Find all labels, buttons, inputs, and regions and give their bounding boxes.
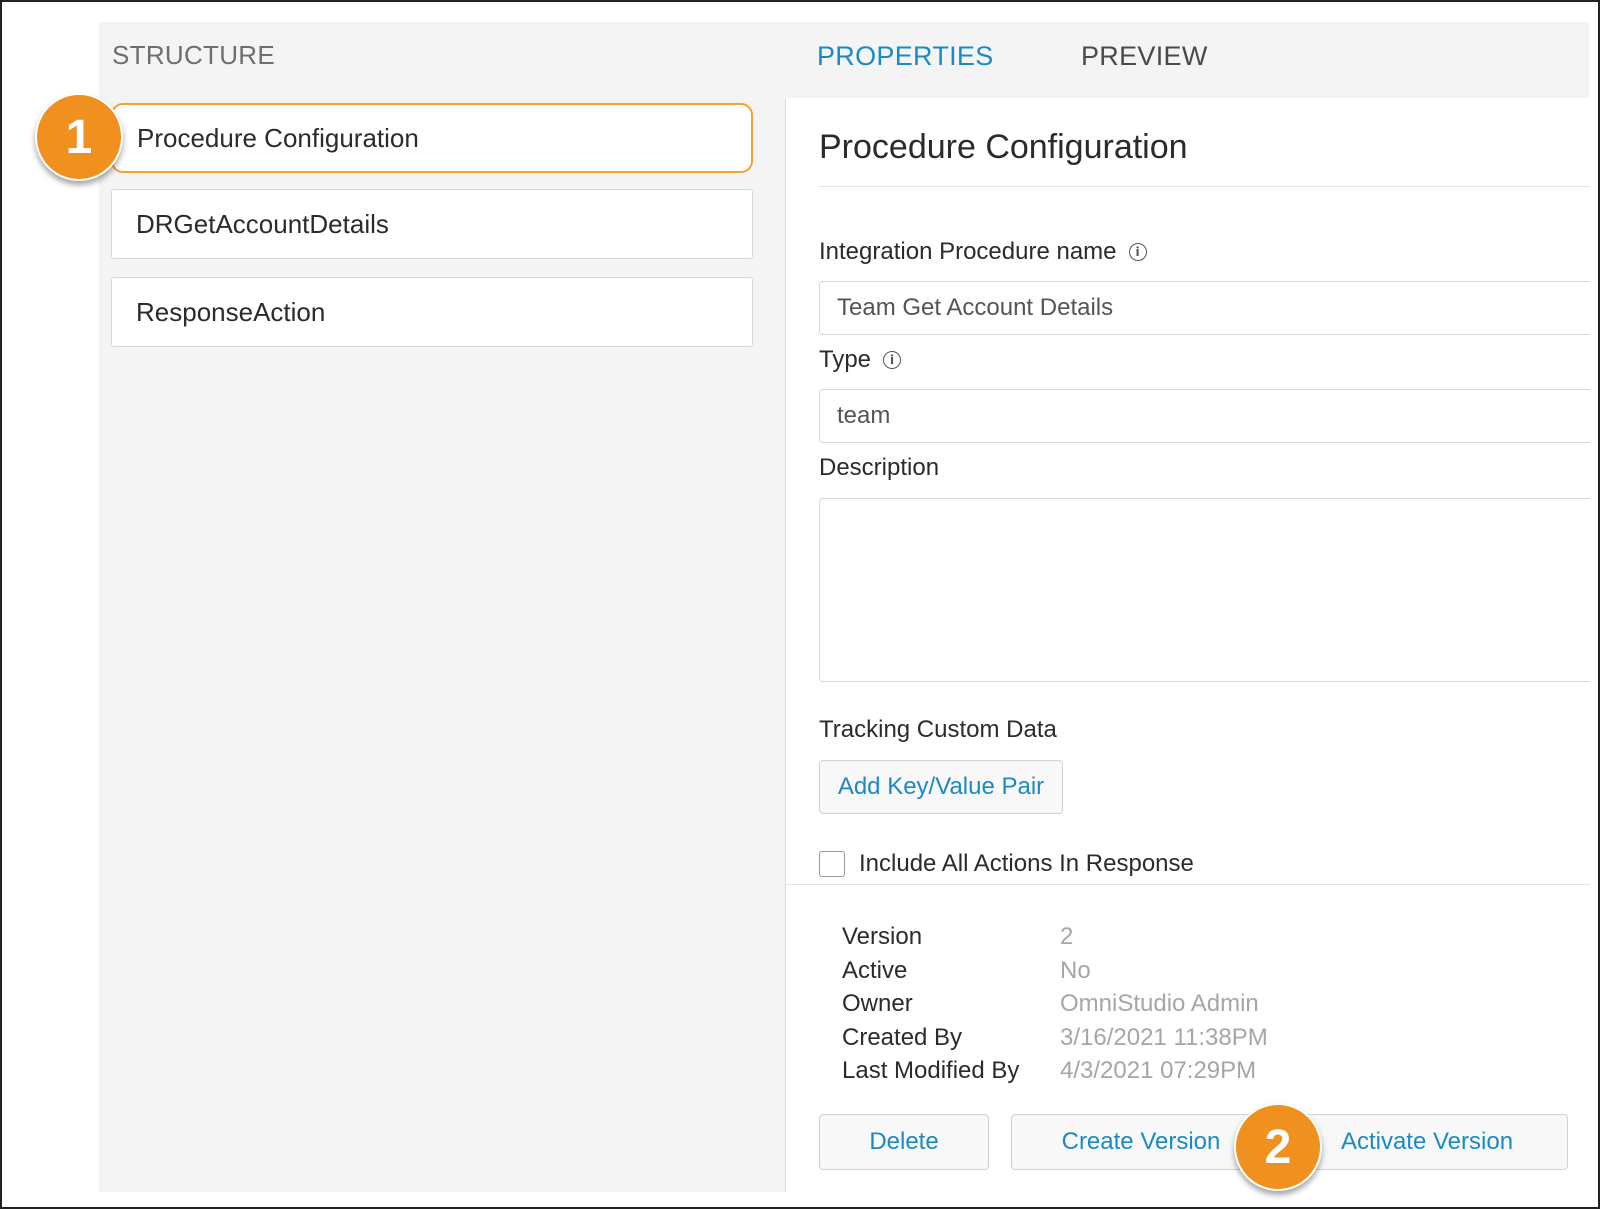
- properties-panel: Procedure Configuration Integration Proc…: [785, 98, 1590, 1192]
- tree-item-label: ResponseAction: [136, 296, 326, 327]
- panel-title: Procedure Configuration: [819, 128, 1188, 166]
- meta-value: OmniStudio Admin: [1060, 990, 1259, 1017]
- type-value: team: [837, 402, 891, 429]
- description-label: Description: [819, 454, 939, 482]
- meta-key: Last Modified By: [842, 1057, 1020, 1084]
- meta-key: Created By: [842, 1023, 963, 1051]
- description-label-text: Description: [819, 454, 940, 481]
- name-label-row: Integration Procedure name i: [819, 238, 1147, 266]
- include-actions-checkbox[interactable]: [819, 851, 845, 877]
- activate-version-button[interactable]: Activate Version: [1286, 1114, 1568, 1170]
- meta-key: Owner: [842, 990, 913, 1017]
- tracking-label-text: Tracking Custom Data: [819, 716, 1057, 743]
- screenshot-frame: STRUCTURE PROPERTIES PREVIEW Procedure C…: [0, 0, 1600, 1209]
- info-icon[interactable]: i: [1128, 243, 1147, 261]
- meta-value: No: [1060, 956, 1091, 984]
- procedure-name-input[interactable]: Team Get Account Details: [819, 281, 1590, 335]
- procedure-name-value: Team Get Account Details: [837, 294, 1114, 321]
- description-textarea[interactable]: [819, 498, 1590, 682]
- meta-row-active: Active No: [842, 954, 1268, 988]
- properties-scroll-area[interactable]: Procedure Configuration Integration Proc…: [786, 98, 1590, 884]
- tree-item-drgetaccountdetails[interactable]: DRGetAccountDetails: [111, 189, 753, 259]
- meta-row-version: Version 2: [842, 920, 1268, 954]
- meta-row-last-modified-by: Last Modified By 4/3/2021 07:29PM: [842, 1054, 1268, 1088]
- tree-item-procedure-configuration[interactable]: Procedure Configuration: [111, 103, 753, 173]
- include-actions-row: Include All Actions In Response: [819, 850, 1194, 878]
- type-label: Type: [819, 346, 872, 373]
- meta-value: 3/16/2021 11:38PM: [1060, 1023, 1268, 1051]
- meta-value: 2: [1060, 923, 1074, 950]
- structure-heading: STRUCTURE: [112, 40, 276, 70]
- callout-badge-1: 1: [35, 93, 123, 181]
- tab-properties[interactable]: PROPERTIES: [817, 41, 994, 72]
- meta-key: Active: [842, 956, 908, 984]
- tab-preview[interactable]: PREVIEW: [1081, 41, 1208, 72]
- meta-key: Version: [842, 923, 923, 950]
- title-divider: [819, 186, 1590, 187]
- integration-procedure-designer: STRUCTURE PROPERTIES PREVIEW Procedure C…: [99, 22, 1590, 1192]
- tracking-label: Tracking Custom Data: [819, 716, 1057, 744]
- name-label: Integration Procedure name: [819, 238, 1117, 265]
- type-input[interactable]: team: [819, 389, 1590, 443]
- tree-item-responseaction[interactable]: ResponseAction: [111, 277, 753, 347]
- panel-divider: [786, 884, 1590, 885]
- callout-badge-2: 2: [1234, 1103, 1322, 1191]
- delete-button[interactable]: Delete: [819, 1114, 989, 1170]
- create-version-button[interactable]: Create Version: [1011, 1114, 1271, 1170]
- meta-value: 4/3/2021 07:29PM: [1060, 1057, 1257, 1084]
- include-actions-label: Include All Actions In Response: [859, 850, 1194, 877]
- type-label-row: Type i: [819, 346, 902, 374]
- meta-row-owner: Owner OmniStudio Admin: [842, 987, 1268, 1021]
- tree-item-label: DRGetAccountDetails: [136, 208, 389, 239]
- info-icon[interactable]: i: [883, 351, 902, 369]
- metadata-list: Version 2 Active No Owner OmniStudio Adm…: [842, 920, 1268, 1088]
- meta-row-created-by: Created By 3/16/2021 11:38PM: [842, 1021, 1268, 1055]
- tree-item-label: Procedure Configuration: [137, 122, 419, 153]
- add-key-value-pair-button[interactable]: Add Key/Value Pair: [819, 760, 1063, 814]
